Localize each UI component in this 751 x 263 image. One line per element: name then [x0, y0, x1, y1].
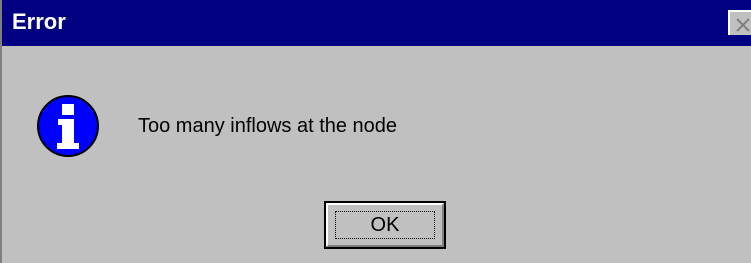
error-dialog: Error Too many inflows at the node OK [0, 0, 751, 263]
error-message: Too many inflows at the node [138, 115, 398, 137]
title-bar[interactable]: Error [2, 0, 751, 46]
ok-button[interactable]: OK [324, 201, 446, 249]
window-title: Error [12, 9, 66, 34]
information-icon [37, 95, 99, 157]
close-icon [736, 18, 750, 32]
close-button[interactable] [728, 10, 751, 35]
ok-button-label: OK [370, 214, 400, 236]
